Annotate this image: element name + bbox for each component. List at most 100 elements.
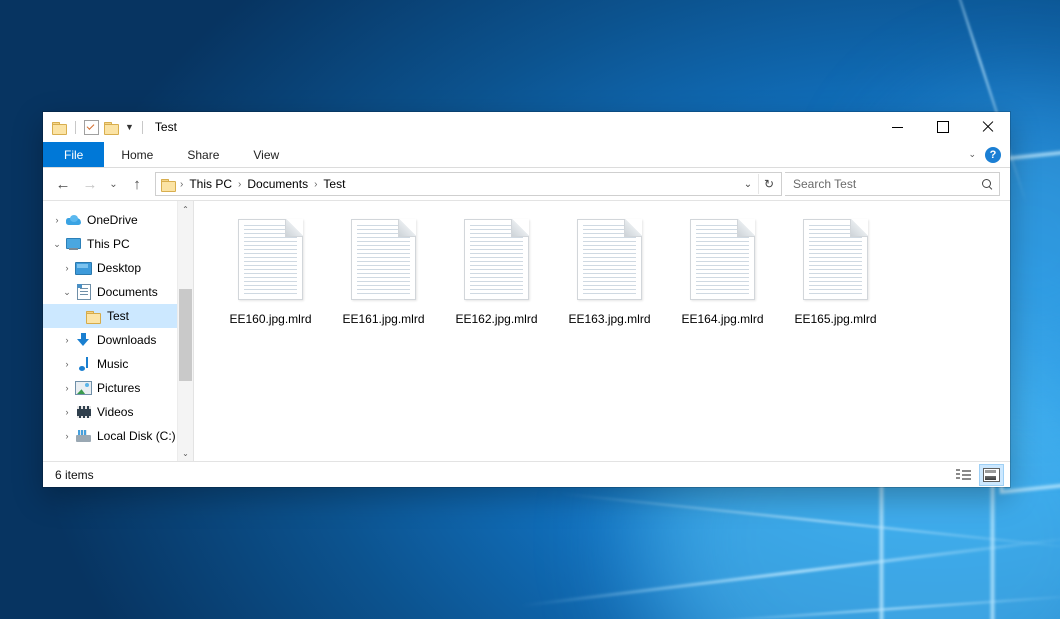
- sidebar-item-label: OneDrive: [87, 213, 138, 227]
- minimize-button[interactable]: [875, 112, 920, 142]
- document-icon: [238, 219, 303, 300]
- videos-icon: [75, 404, 92, 420]
- document-fold-corner: [737, 219, 755, 237]
- status-bar: 6 items: [43, 461, 1010, 487]
- sidebar-item-downloads[interactable]: › Downloads: [43, 328, 193, 352]
- back-button[interactable]: ←: [51, 173, 75, 195]
- pictures-icon: [75, 380, 92, 396]
- address-bar-row: ← → ⌄ ↑ › This PC › Documents › Test ⌄ ↻: [43, 168, 1010, 200]
- sidebar-item-desktop[interactable]: › Desktop: [43, 256, 193, 280]
- document-icon: [690, 219, 755, 300]
- chevron-right-icon[interactable]: ›: [59, 263, 75, 273]
- tab-view[interactable]: View: [236, 142, 296, 167]
- large-icons-view-button[interactable]: [979, 464, 1004, 486]
- chevron-right-icon[interactable]: ›: [59, 335, 75, 345]
- file-name-label: EE160.jpg.mlrd: [227, 311, 313, 327]
- sidebar-item-label: Documents: [97, 285, 158, 299]
- document-fold-corner: [624, 219, 642, 237]
- scroll-up-icon[interactable]: ⌃: [178, 201, 193, 217]
- chevron-down-icon[interactable]: ⌄: [49, 239, 65, 250]
- qat-separator-2: [142, 121, 143, 134]
- list-item[interactable]: EE162.jpg.mlrd: [440, 213, 553, 327]
- quick-access-toolbar: ▼: [52, 120, 146, 135]
- breadcrumb-folder-icon[interactable]: [161, 178, 176, 191]
- chevron-right-icon[interactable]: ›: [49, 215, 65, 225]
- maximize-icon: [937, 121, 949, 133]
- file-list-pane[interactable]: EE160.jpg.mlrd EE161.jpg.mlrd: [194, 201, 1010, 461]
- recent-locations-chevron-icon[interactable]: ⌄: [105, 173, 122, 195]
- sidebar-item-label: Desktop: [97, 261, 141, 275]
- search-box[interactable]: [785, 172, 1000, 196]
- navigation-scrollbar[interactable]: ⌃ ⌄: [177, 201, 193, 461]
- document-icon: [577, 219, 642, 300]
- sidebar-item-onedrive[interactable]: › OneDrive: [43, 208, 193, 232]
- item-count-label: 6 items: [55, 468, 94, 482]
- list-item[interactable]: EE160.jpg.mlrd: [214, 213, 327, 327]
- properties-icon[interactable]: [84, 120, 99, 135]
- downloads-icon: [75, 332, 92, 348]
- sidebar-item-this-pc[interactable]: ⌄ This PC: [43, 232, 193, 256]
- search-icon[interactable]: [982, 179, 993, 190]
- details-view-button[interactable]: [951, 464, 976, 486]
- breadcrumb-item-test[interactable]: Test: [318, 175, 350, 193]
- sidebar-item-music[interactable]: › Music: [43, 352, 193, 376]
- details-view-icon: [956, 469, 971, 480]
- breadcrumb-item-documents[interactable]: Documents: [242, 175, 313, 193]
- folder-icon[interactable]: [52, 121, 67, 134]
- sidebar-item-label: Pictures: [97, 381, 140, 395]
- sidebar-item-local-disk[interactable]: › Local Disk (C:): [43, 424, 193, 448]
- chevron-down-icon[interactable]: ⌄: [59, 287, 75, 298]
- up-button[interactable]: ↑: [125, 173, 149, 195]
- file-name-label: EE162.jpg.mlrd: [453, 311, 539, 327]
- sidebar-item-test[interactable]: Test: [43, 304, 193, 328]
- window-title: Test: [155, 120, 177, 134]
- sidebar-item-videos[interactable]: › Videos: [43, 400, 193, 424]
- document-fold-corner: [285, 219, 303, 237]
- file-icon-wrapper: [461, 216, 532, 303]
- window-controls: [875, 112, 1010, 142]
- list-item[interactable]: EE163.jpg.mlrd: [553, 213, 666, 327]
- sidebar-item-documents[interactable]: ⌄ Documents: [43, 280, 193, 304]
- new-folder-icon[interactable]: [104, 121, 119, 134]
- file-name-label: EE164.jpg.mlrd: [679, 311, 765, 327]
- file-name-label: EE161.jpg.mlrd: [340, 311, 426, 327]
- sidebar-item-label: Local Disk (C:): [97, 429, 176, 443]
- help-icon[interactable]: ?: [985, 147, 1001, 163]
- tab-file[interactable]: File: [43, 142, 104, 167]
- breadcrumb: › This PC › Documents › Test: [161, 175, 738, 193]
- music-icon: [75, 356, 92, 372]
- title-bar: ▼ Test: [43, 112, 1010, 142]
- scrollbar-thumb[interactable]: [179, 289, 192, 381]
- address-dropdown-chevron-icon[interactable]: ⌄: [738, 174, 758, 194]
- navigation-tree: › OneDrive ⌄ This PC › Desktop ⌄: [43, 201, 193, 448]
- file-icon-wrapper: [574, 216, 645, 303]
- ribbon-tab-bar: File Home Share View ⌄ ?: [43, 142, 1010, 168]
- document-fold-corner: [511, 219, 529, 237]
- scroll-down-icon[interactable]: ⌄: [178, 445, 193, 461]
- forward-button[interactable]: →: [78, 173, 102, 195]
- chevron-down-icon[interactable]: ▼: [125, 123, 134, 132]
- maximize-button[interactable]: [920, 112, 965, 142]
- chevron-right-icon[interactable]: ›: [59, 359, 75, 369]
- chevron-right-icon[interactable]: ›: [59, 431, 75, 441]
- address-bar[interactable]: › This PC › Documents › Test ⌄ ↻: [155, 172, 782, 196]
- chevron-right-icon[interactable]: ›: [59, 383, 75, 393]
- list-item[interactable]: EE165.jpg.mlrd: [779, 213, 892, 327]
- refresh-icon[interactable]: ↻: [758, 174, 779, 194]
- qat-separator-1: [75, 121, 76, 134]
- documents-icon: [75, 284, 92, 300]
- view-mode-buttons: [951, 464, 1004, 486]
- expand-ribbon-chevron-icon[interactable]: ⌄: [968, 149, 976, 160]
- tab-share[interactable]: Share: [170, 142, 236, 167]
- document-icon: [464, 219, 529, 300]
- close-button[interactable]: [965, 112, 1010, 142]
- search-input[interactable]: [793, 177, 982, 191]
- list-item[interactable]: EE161.jpg.mlrd: [327, 213, 440, 327]
- breadcrumb-item-this-pc[interactable]: This PC: [184, 175, 237, 193]
- document-fold-corner: [398, 219, 416, 237]
- tab-home[interactable]: Home: [104, 142, 170, 167]
- chevron-right-icon[interactable]: ›: [59, 407, 75, 417]
- list-item[interactable]: EE164.jpg.mlrd: [666, 213, 779, 327]
- sidebar-item-pictures[interactable]: › Pictures: [43, 376, 193, 400]
- file-icon-wrapper: [348, 216, 419, 303]
